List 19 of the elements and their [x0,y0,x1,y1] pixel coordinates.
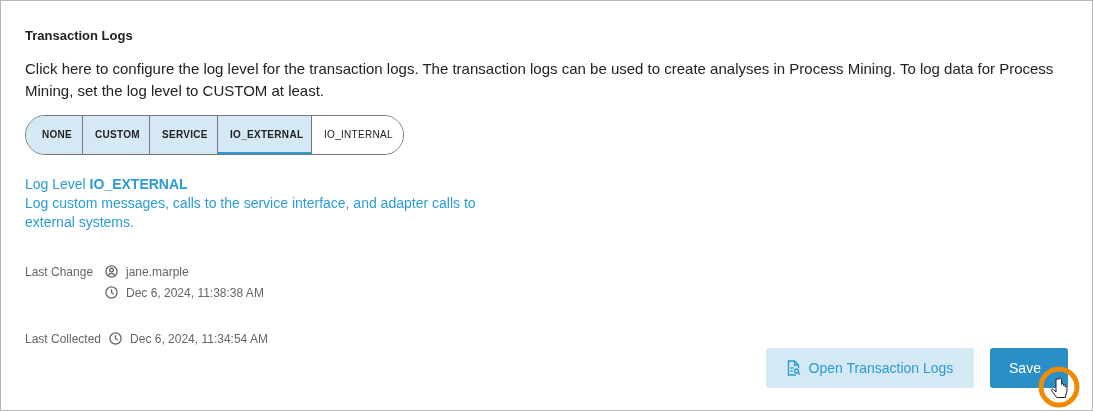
log-level-tab[interactable]: NONE [26,115,82,154]
user-icon [105,265,118,278]
log-level-tab[interactable]: SERVICE [149,115,217,154]
timestamp: Dec 6, 2024, 11:34:54 AM [130,330,268,348]
log-level-tab[interactable]: IO_EXTERNAL [217,115,311,154]
description-text: Click here to configure the log level for the transaction logs. The transaction logs can be used to create analyses in Process Mining. To log data for Process Mining, set the log level to CUSTOM at least. [25,58,1055,101]
log-level-tab[interactable]: CUSTOM [82,115,149,154]
last-change-label: Last Change [25,263,95,281]
log-level-description: Log custom messages, calls to the service interface, and adapter calls to external systems. [25,193,477,232]
save-button[interactable]: Save [990,348,1068,388]
log-level-heading: Log Level IO_EXTERNAL [25,174,188,194]
last-collected-label: Last Collected [25,330,102,348]
user-name: jane.marple [126,263,189,281]
clock-icon [109,332,123,345]
section-title: Transaction Logs [25,27,133,45]
clock-icon [105,286,118,299]
log-level-tab[interactable]: IO_INTERNAL [311,115,403,154]
timestamp: Dec 6, 2024, 11:38:38 AM [126,284,264,302]
document-search-icon [786,360,801,376]
